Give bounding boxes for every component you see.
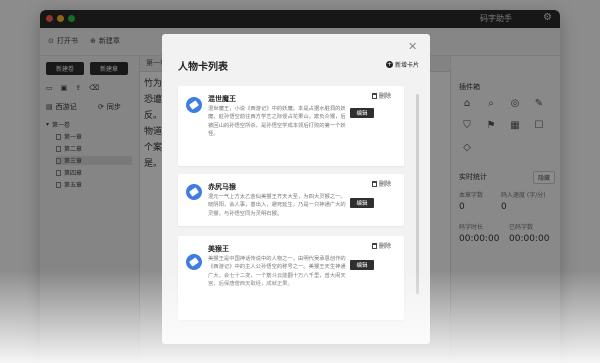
delete-label: 删除 <box>379 93 392 100</box>
modal-title: 人物卡列表 <box>178 62 228 73</box>
bottom-fade <box>0 270 600 363</box>
character-description: 混世魔王，小说《西游记》中的妖魔。本是占据水脏洞的妖魔，趁孙悟空前往西方学艺之际… <box>208 106 346 138</box>
character-name: 美猴王 <box>208 245 229 253</box>
plus-icon: + <box>386 61 393 68</box>
edit-button[interactable]: 编辑 <box>350 108 374 118</box>
trash-icon <box>372 242 377 249</box>
tag-icon <box>186 254 202 270</box>
delete-label: 删除 <box>379 243 392 250</box>
modal-scrollbar[interactable] <box>416 94 419 294</box>
add-card-label: 新增卡片 <box>395 62 420 69</box>
tag-icon <box>186 97 202 113</box>
screen: 码字助手 ⚙ ⊙ 打开书 ⊕ 新建章 新建卷 新建章 ▭ ▣ ⇪ ⌫ ▤ 西游记… <box>0 0 600 363</box>
tag-icon <box>186 184 202 200</box>
edit-button[interactable]: 编辑 <box>350 260 374 270</box>
character-name: 赤尻马猴 <box>208 183 236 191</box>
edit-button[interactable]: 编辑 <box>350 198 374 208</box>
add-card-button[interactable]: + 新增卡片 <box>386 60 419 69</box>
character-card: 混世魔王 删除 混世魔王，小说《西游记》中的妖魔。本是占据水脏洞的妖魔，趁孙悟空… <box>178 86 404 166</box>
trash-icon <box>372 180 377 187</box>
character-description: 混元一气上方太乙金仙美猴王齐天大圣，为四大灵猴之一。晓阴阳，会人事，善出入，避死… <box>208 194 346 217</box>
delete-label: 删除 <box>379 181 392 188</box>
delete-button[interactable]: 删除 <box>372 91 391 100</box>
trash-icon <box>372 92 377 99</box>
delete-button[interactable]: 删除 <box>372 241 391 250</box>
character-card: 赤尻马猴 删除 混元一气上方太乙金仙美猴王齐天大圣，为四大灵猴之一。晓阴阳，会人… <box>178 174 404 226</box>
character-name: 混世魔王 <box>208 95 236 103</box>
close-icon[interactable]: ✕ <box>408 40 417 53</box>
delete-button[interactable]: 删除 <box>372 179 391 188</box>
